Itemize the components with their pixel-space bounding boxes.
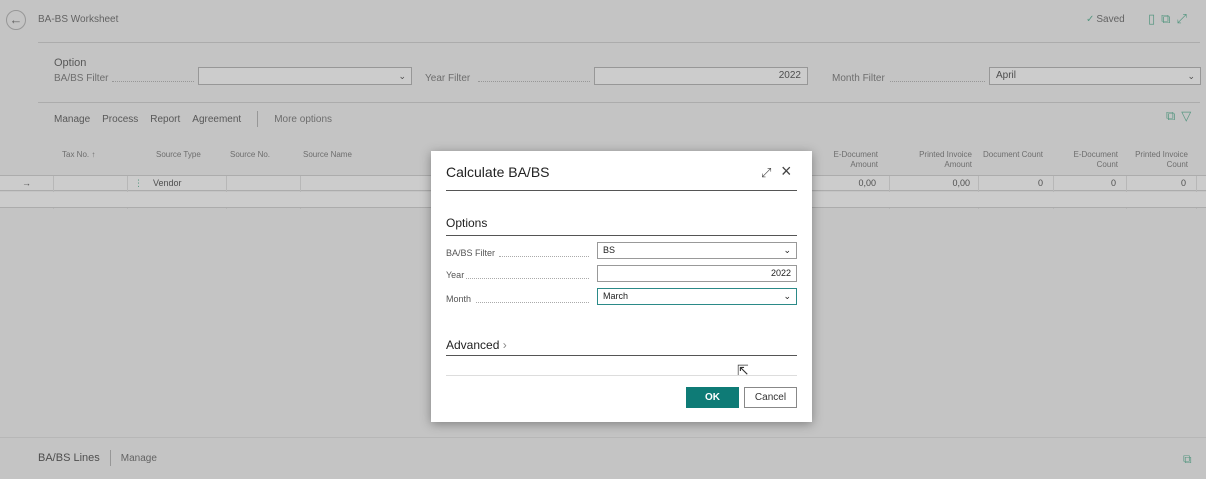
dots [466,278,589,279]
options-section-heading: Options [446,216,488,230]
advanced-divider [446,355,797,356]
title-divider [446,190,797,191]
dialog-title: Calculate BA/BS [446,164,550,180]
options-divider [446,235,797,236]
chevron-down-icon: ⌄ [783,245,791,255]
dialog-month-label: Month [446,294,472,304]
dialog-year-input[interactable]: 2022 [597,265,797,282]
dialog-year-label: Year [446,270,465,280]
dots [499,256,589,257]
ok-button[interactable]: OK [686,387,739,408]
mouse-cursor-icon: ⇱ [737,362,749,378]
cancel-button[interactable]: Cancel [744,387,797,408]
advanced-label: Advanced [446,338,500,352]
dialog-month-select[interactable]: March ⌄ [597,288,797,305]
chevron-down-icon: ⌄ [783,291,791,301]
dialog-month-value: March [603,291,629,301]
dialog-babs-select[interactable]: BS ⌄ [597,242,797,259]
calculate-dialog: Calculate BA/BS ⤢ × Options BA/BS Filter… [431,151,812,422]
chevron-right-icon: › [502,338,507,352]
advanced-toggle[interactable]: Advanced › [446,338,507,352]
close-icon[interactable]: × [781,161,792,182]
dialog-buttons: OK Cancel [686,387,797,408]
dialog-babs-label: BA/BS Filter [446,248,496,258]
dots [476,302,589,303]
dialog-babs-value: BS [603,245,616,255]
expand-icon[interactable]: ⤢ [761,165,771,181]
